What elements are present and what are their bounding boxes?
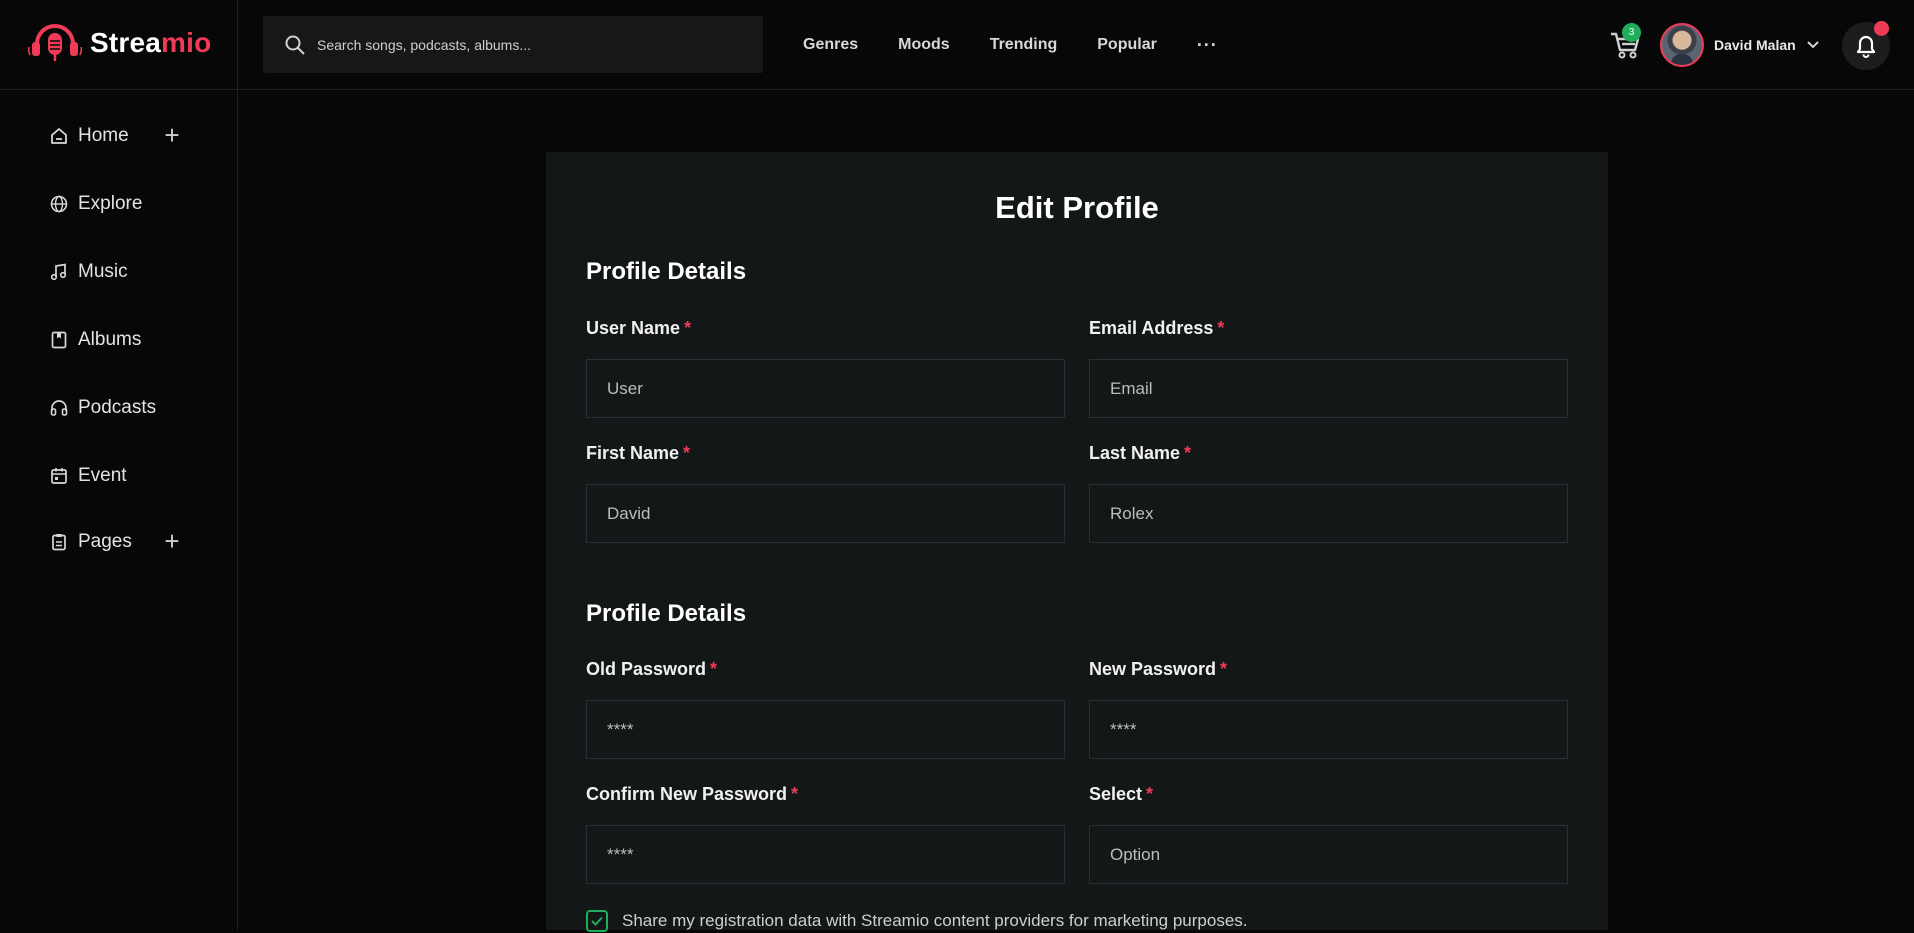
headphones-icon [50, 400, 68, 416]
username-field[interactable] [586, 359, 1065, 418]
music-note-icon [50, 263, 67, 281]
sidebar-item-label: Explore [78, 193, 143, 214]
new-password-field[interactable] [1089, 700, 1568, 759]
checkmark-icon [591, 916, 603, 926]
search-bar[interactable] [263, 16, 763, 73]
email-label: Email Address * [1089, 318, 1225, 338]
sidebar-item-label: Event [78, 465, 127, 486]
sidebar-item-music[interactable]: Music [50, 257, 200, 287]
select-label: Select * [1089, 784, 1154, 804]
user-name: David Malan [1714, 37, 1796, 53]
expand-pages-icon[interactable]: + [160, 528, 184, 554]
confirm-password-label: Confirm New Password * [586, 784, 799, 804]
sidebar-item-label: Home [78, 125, 129, 146]
chevron-down-icon[interactable] [1806, 38, 1820, 52]
sidebar-item-event[interactable]: Event [50, 461, 200, 491]
first-name-label: First Name * [586, 443, 691, 463]
notification-dot [1874, 21, 1889, 36]
brand-logo[interactable]: Streamio [28, 20, 211, 66]
nav-trending[interactable]: Trending [990, 36, 1058, 54]
sidebar-divider [237, 0, 238, 930]
consent-checkbox[interactable] [586, 910, 608, 932]
sidebar: Home + Explore Music Albums Podcasts Eve… [0, 91, 237, 930]
sidebar-item-label: Music [78, 261, 128, 282]
search-icon [285, 35, 305, 55]
cart-badge: 3 [1622, 23, 1641, 42]
section-title-profile: Profile Details [586, 258, 747, 285]
last-name-label: Last Name * [1089, 443, 1192, 463]
sidebar-item-podcasts[interactable]: Podcasts [50, 393, 200, 423]
last-name-field[interactable] [1089, 484, 1568, 543]
bell-icon [1856, 35, 1876, 58]
first-name-field[interactable] [586, 484, 1065, 543]
email-field[interactable] [1089, 359, 1568, 418]
username-label: User Name * [586, 318, 692, 338]
nav-moods[interactable]: Moods [898, 36, 950, 54]
brand-name: Streamio [90, 27, 212, 58]
section-title-password: Profile Details [586, 600, 747, 627]
top-header: Streamio Genres Moods Trending Popular ·… [0, 0, 1914, 90]
top-navigation: Genres Moods Trending Popular ··· [803, 28, 1218, 62]
microphone-logo-icon [28, 24, 82, 61]
sidebar-item-label: Podcasts [78, 397, 157, 418]
expand-home-icon[interactable]: + [160, 122, 184, 148]
old-password-label: Old Password * [586, 659, 718, 679]
calendar-icon [51, 468, 67, 484]
user-menu[interactable]: David Malan [1660, 23, 1820, 67]
consent-text: Share my registration data with Streamio… [622, 911, 1248, 930]
globe-icon [50, 195, 68, 213]
confirm-password-field[interactable] [586, 825, 1065, 884]
home-icon [51, 128, 67, 144]
more-options-icon[interactable]: ··· [1197, 35, 1218, 56]
select-field[interactable] [1089, 825, 1568, 884]
sidebar-item-albums[interactable]: Albums [50, 325, 200, 355]
sidebar-item-label: Albums [78, 329, 142, 350]
album-icon [51, 331, 67, 349]
clipboard-icon [52, 534, 66, 551]
page-title: Edit Profile [995, 190, 1159, 225]
nav-genres[interactable]: Genres [803, 36, 858, 54]
sidebar-item-label: Pages [78, 531, 132, 552]
consent-row: Share my registration data with Streamio… [586, 909, 1248, 933]
edit-profile-card: Edit Profile Profile Details User Name * … [546, 152, 1608, 933]
nav-popular[interactable]: Popular [1097, 36, 1157, 54]
avatar[interactable] [1660, 23, 1704, 67]
new-password-label: New Password * [1089, 659, 1228, 679]
old-password-field[interactable] [586, 700, 1065, 759]
search-input[interactable] [317, 36, 737, 53]
sidebar-item-explore[interactable]: Explore [50, 189, 200, 219]
